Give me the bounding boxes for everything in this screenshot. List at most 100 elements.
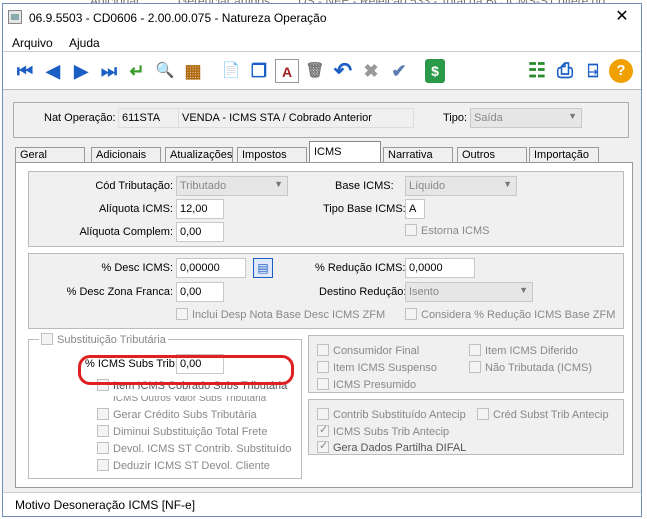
tab-atualizacoes[interactable]: Atualizações <box>165 147 233 163</box>
chevron-down-icon: ▼ <box>503 179 512 189</box>
prev-icon[interactable]: ◀ <box>41 59 65 83</box>
checkbox-box <box>317 408 329 420</box>
natureza-operacao-window: 06.9.5503 - CD0606 - 2.00.00.075 - Natur… <box>2 3 642 517</box>
chevron-down-icon: ▼ <box>519 285 528 295</box>
base-icms-select[interactable]: Líquido ▼ <box>405 176 517 196</box>
icms-subs-trib-antecip-checkbox[interactable]: ICMS Subs Trib Antecip <box>317 423 450 438</box>
substituicao-tributaria-label: Substituição Tributária <box>57 334 166 346</box>
inclui-desp-checkbox[interactable]: Inclui Desp Nota Base Desc ICMS ZFM <box>176 308 385 321</box>
deduzir-icms-st-checkbox[interactable]: Deduzir ICMS ST Devol. Cliente <box>97 459 270 472</box>
contrib-substituido-label: Contrib Substituído Antecip <box>333 409 466 421</box>
confirm-icon[interactable]: ✔ <box>387 59 411 83</box>
considera-reducao-checkbox[interactable]: Considera % Redução ICMS Base ZFM <box>405 308 615 321</box>
desc-zona-franca-input[interactable]: 0,00 <box>176 282 224 302</box>
desc-icms-label: % Desc ICMS: <box>101 262 173 274</box>
checkbox-box <box>469 361 481 373</box>
undo-icon[interactable]: ↶ <box>331 59 355 83</box>
checkbox-box <box>477 408 489 420</box>
calculator-icon[interactable]: ▤ <box>253 258 273 278</box>
nao-tributada-checkbox[interactable]: Não Tributada (ICMS) <box>469 361 592 374</box>
deduzir-icms-st-label: Deduzir ICMS ST Devol. Cliente <box>113 460 270 472</box>
last-icon[interactable]: ⏭ <box>97 59 121 83</box>
icms-presumido-checkbox[interactable]: ICMS Presumido <box>317 378 416 391</box>
aliquota-icms-input[interactable]: 12,00 <box>176 199 224 219</box>
tab-outros[interactable]: Outros <box>457 147 527 163</box>
close-button[interactable]: ✕ <box>603 4 641 30</box>
item-icms-diferido-checkbox[interactable]: Item ICMS Diferido <box>469 344 578 357</box>
inclui-desp-label: Inclui Desp Nota Base Desc ICMS ZFM <box>192 309 386 321</box>
contrib-substituido-checkbox[interactable]: Contrib Substituído Antecip <box>317 408 466 421</box>
estorna-icms-checkbox[interactable]: Estorna ICMS <box>405 224 489 237</box>
cod-tributacao-value: Tributado <box>180 180 227 192</box>
diminui-substituicao-checkbox[interactable]: Diminui Substituição Total Frete <box>97 425 267 438</box>
consumidor-group: Consumidor Final Item ICMS Diferido Item… <box>308 335 624 393</box>
toolbar: ⏮ ◀ ▶ ⏭ ↵ 🔍 ▦ 📄 ❐ A 🗑 ↶ ✖ ✔ $ ☷ ⎙ ⍈ ? <box>3 52 641 90</box>
substituicao-tributaria-checkbox[interactable]: Substituição Tributária <box>39 333 168 346</box>
destino-reducao-label: Destino Redução: <box>319 286 407 298</box>
cred-subst-trib-label: Créd Subst Trib Antecip <box>493 409 609 421</box>
cancel-icon[interactable]: ✖ <box>359 59 383 83</box>
checkbox-box <box>317 378 329 390</box>
tree-icon[interactable]: ☷ <box>525 59 549 83</box>
gera-difal-checkbox[interactable]: Gera Dados Partilha DIFAL <box>317 439 467 454</box>
checkbox-box <box>97 408 109 420</box>
tab-geral[interactable]: Geral <box>15 147 85 163</box>
reducao-icms-label: % Redução ICMS: <box>315 262 406 274</box>
checkbox-box <box>41 333 53 345</box>
checkbox-box <box>317 439 329 453</box>
reducao-icms-input[interactable]: 0,0000 <box>405 258 475 278</box>
menu-arquivo[interactable]: Arquivo <box>12 36 53 50</box>
background-bottom-text <box>0 512 647 519</box>
gerar-credito-label: Gerar Crédito Subs Tributária <box>113 409 257 421</box>
print-icon[interactable]: ⎙ <box>553 59 577 83</box>
header-box: Nat Operação: 611STA VENDA - ICMS STA / … <box>13 102 629 138</box>
nat-operacao-desc[interactable]: VENDA - ICMS STA / Cobrado Anterior <box>178 108 414 128</box>
copy-icon[interactable]: ❐ <box>247 59 271 83</box>
tab-icms[interactable]: ICMS <box>309 141 381 163</box>
checkbox-box <box>405 308 417 320</box>
item-icms-suspenso-checkbox[interactable]: Item ICMS Suspenso <box>317 361 437 374</box>
icms-outros-valor-checkbox[interactable]: ICMS Outros Valor Subs Tributária <box>97 396 266 404</box>
base-icms-label: Base ICMS: <box>335 180 394 192</box>
nao-tributada-label: Não Tributada (ICMS) <box>485 362 592 374</box>
price-icon[interactable]: $ <box>425 59 445 83</box>
icms-presumido-label: ICMS Presumido <box>333 379 417 391</box>
gerar-credito-checkbox[interactable]: Gerar Crédito Subs Tributária <box>97 408 257 421</box>
report-icon[interactable]: ▦ <box>181 59 205 83</box>
tab-importacao[interactable]: Importação <box>529 147 599 163</box>
cod-tributacao-select[interactable]: Tributado ▼ <box>176 176 288 196</box>
new-icon[interactable]: 📄 <box>219 59 243 83</box>
tab-adicionais[interactable]: Adicionais <box>91 147 161 163</box>
desc-icms-input[interactable]: 0,00000 <box>176 258 246 278</box>
tab-impostos[interactable]: Impostos <box>237 147 307 163</box>
form-client-area: Nat Operação: 611STA VENDA - ICMS STA / … <box>3 90 641 492</box>
devol-icms-st-checkbox[interactable]: Devol. ICMS ST Contrib. Substituído <box>97 442 291 455</box>
consumidor-final-checkbox[interactable]: Consumidor Final <box>317 344 419 357</box>
tab-strip: Geral Adicionais Atualizações Impostos I… <box>15 141 635 163</box>
tab-narrativa[interactable]: Narrativa <box>383 147 453 163</box>
icms-base-group: Cód Tributação: Tributado ▼ Base ICMS: Lí… <box>28 171 624 247</box>
nat-operacao-code[interactable]: 611STA <box>118 108 180 128</box>
tipo-base-icms-input[interactable]: A <box>405 199 425 219</box>
help-icon[interactable]: ? <box>609 59 633 83</box>
delete-icon[interactable]: 🗑 <box>303 59 327 83</box>
return-icon[interactable]: ↵ <box>125 59 149 83</box>
menu-ajuda[interactable]: Ajuda <box>69 36 100 50</box>
item-icms-suspenso-label: Item ICMS Suspenso <box>333 362 437 374</box>
icms-desconto-group: % Desc ICMS: 0,00000 ▤ % Redução ICMS: 0… <box>28 253 624 329</box>
destino-reducao-select[interactable]: Isento ▼ <box>405 282 533 302</box>
cred-subst-trib-checkbox[interactable]: Créd Subst Trib Antecip <box>477 408 609 421</box>
diminui-substituicao-label: Diminui Substituição Total Frete <box>113 426 268 438</box>
edit-icon[interactable]: A <box>275 59 299 83</box>
aliquota-complem-input[interactable]: 0,00 <box>176 222 224 242</box>
search-icon[interactable]: 🔍 <box>153 59 177 83</box>
checkbox-box <box>97 442 109 454</box>
tipo-select[interactable]: Saída ▼ <box>470 108 582 128</box>
exit-icon[interactable]: ⍈ <box>581 59 605 83</box>
first-icon[interactable]: ⏮ <box>13 59 37 83</box>
gera-difal-label: Gera Dados Partilha DIFAL <box>333 442 467 454</box>
next-icon[interactable]: ▶ <box>69 59 93 83</box>
icms-subs-trib-antecip-label: ICMS Subs Trib Antecip <box>333 426 450 438</box>
checkbox-box <box>317 423 329 437</box>
checkbox-box <box>317 344 329 356</box>
